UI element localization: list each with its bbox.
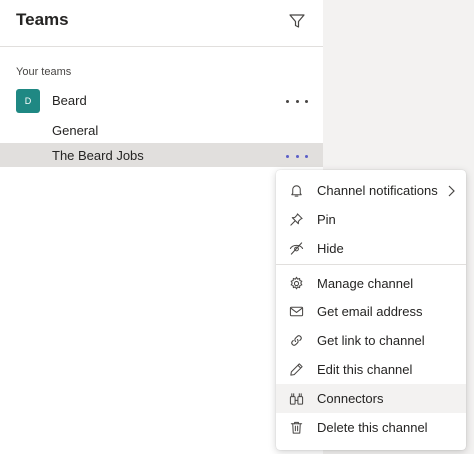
menu-item-pin[interactable]: Pin	[276, 205, 466, 234]
menu-item-delete-this-channel[interactable]: Delete this channel	[276, 413, 466, 442]
team-avatar: D	[16, 89, 40, 113]
menu-item-connectors[interactable]: Connectors	[276, 384, 466, 413]
menu-item-edit-this-channel[interactable]: Edit this channel	[276, 355, 466, 384]
team-name: Beard	[52, 93, 87, 108]
channel-more-options-icon[interactable]	[286, 151, 308, 161]
page-title: Teams	[16, 10, 69, 29]
channel-the-beard-jobs[interactable]: The Beard Jobs	[0, 143, 323, 167]
team-more-options-icon[interactable]	[286, 96, 308, 106]
bell-icon	[289, 183, 304, 198]
team-row-beard[interactable]: D Beard	[0, 87, 323, 115]
menu-item-get-email-address[interactable]: Get email address	[276, 297, 466, 326]
panel-header: Teams	[0, 0, 323, 47]
trash-icon	[289, 420, 304, 435]
menu-item-label: Get link to channel	[317, 333, 425, 348]
filter-icon[interactable]	[288, 12, 306, 30]
menu-divider	[276, 264, 466, 265]
section-label-your-teams: Your teams	[16, 66, 72, 78]
envelope-icon	[289, 304, 304, 319]
menu-item-label: Edit this channel	[317, 362, 413, 377]
connectors-icon	[289, 391, 304, 406]
menu-item-label: Channel notifications	[317, 183, 438, 198]
channel-label: The Beard Jobs	[52, 148, 144, 163]
menu-item-label: Connectors	[317, 391, 384, 406]
menu-item-channel-notifications[interactable]: Channel notifications	[276, 176, 466, 205]
menu-item-hide[interactable]: Hide	[276, 234, 466, 263]
menu-item-label: Delete this channel	[317, 420, 428, 435]
gear-icon	[289, 276, 304, 291]
channel-context-menu: Channel notifications Pin Hide Manage ch…	[276, 170, 466, 450]
teams-panel: Teams Your teams D Beard General The Bea…	[0, 0, 323, 454]
menu-item-label: Manage channel	[317, 276, 414, 291]
menu-item-label: Get email address	[317, 304, 423, 319]
eye-slash-icon	[289, 241, 304, 256]
link-icon	[289, 333, 304, 348]
chevron-right-icon	[446, 184, 456, 198]
menu-item-label: Pin	[317, 212, 336, 227]
pin-icon	[289, 212, 304, 227]
channel-label: General	[52, 123, 99, 138]
menu-item-label: Hide	[317, 241, 344, 256]
channel-general[interactable]: General	[0, 118, 323, 142]
menu-item-manage-channel[interactable]: Manage channel	[276, 269, 466, 298]
pencil-icon	[289, 362, 304, 377]
menu-item-get-link-to-channel[interactable]: Get link to channel	[276, 326, 466, 355]
